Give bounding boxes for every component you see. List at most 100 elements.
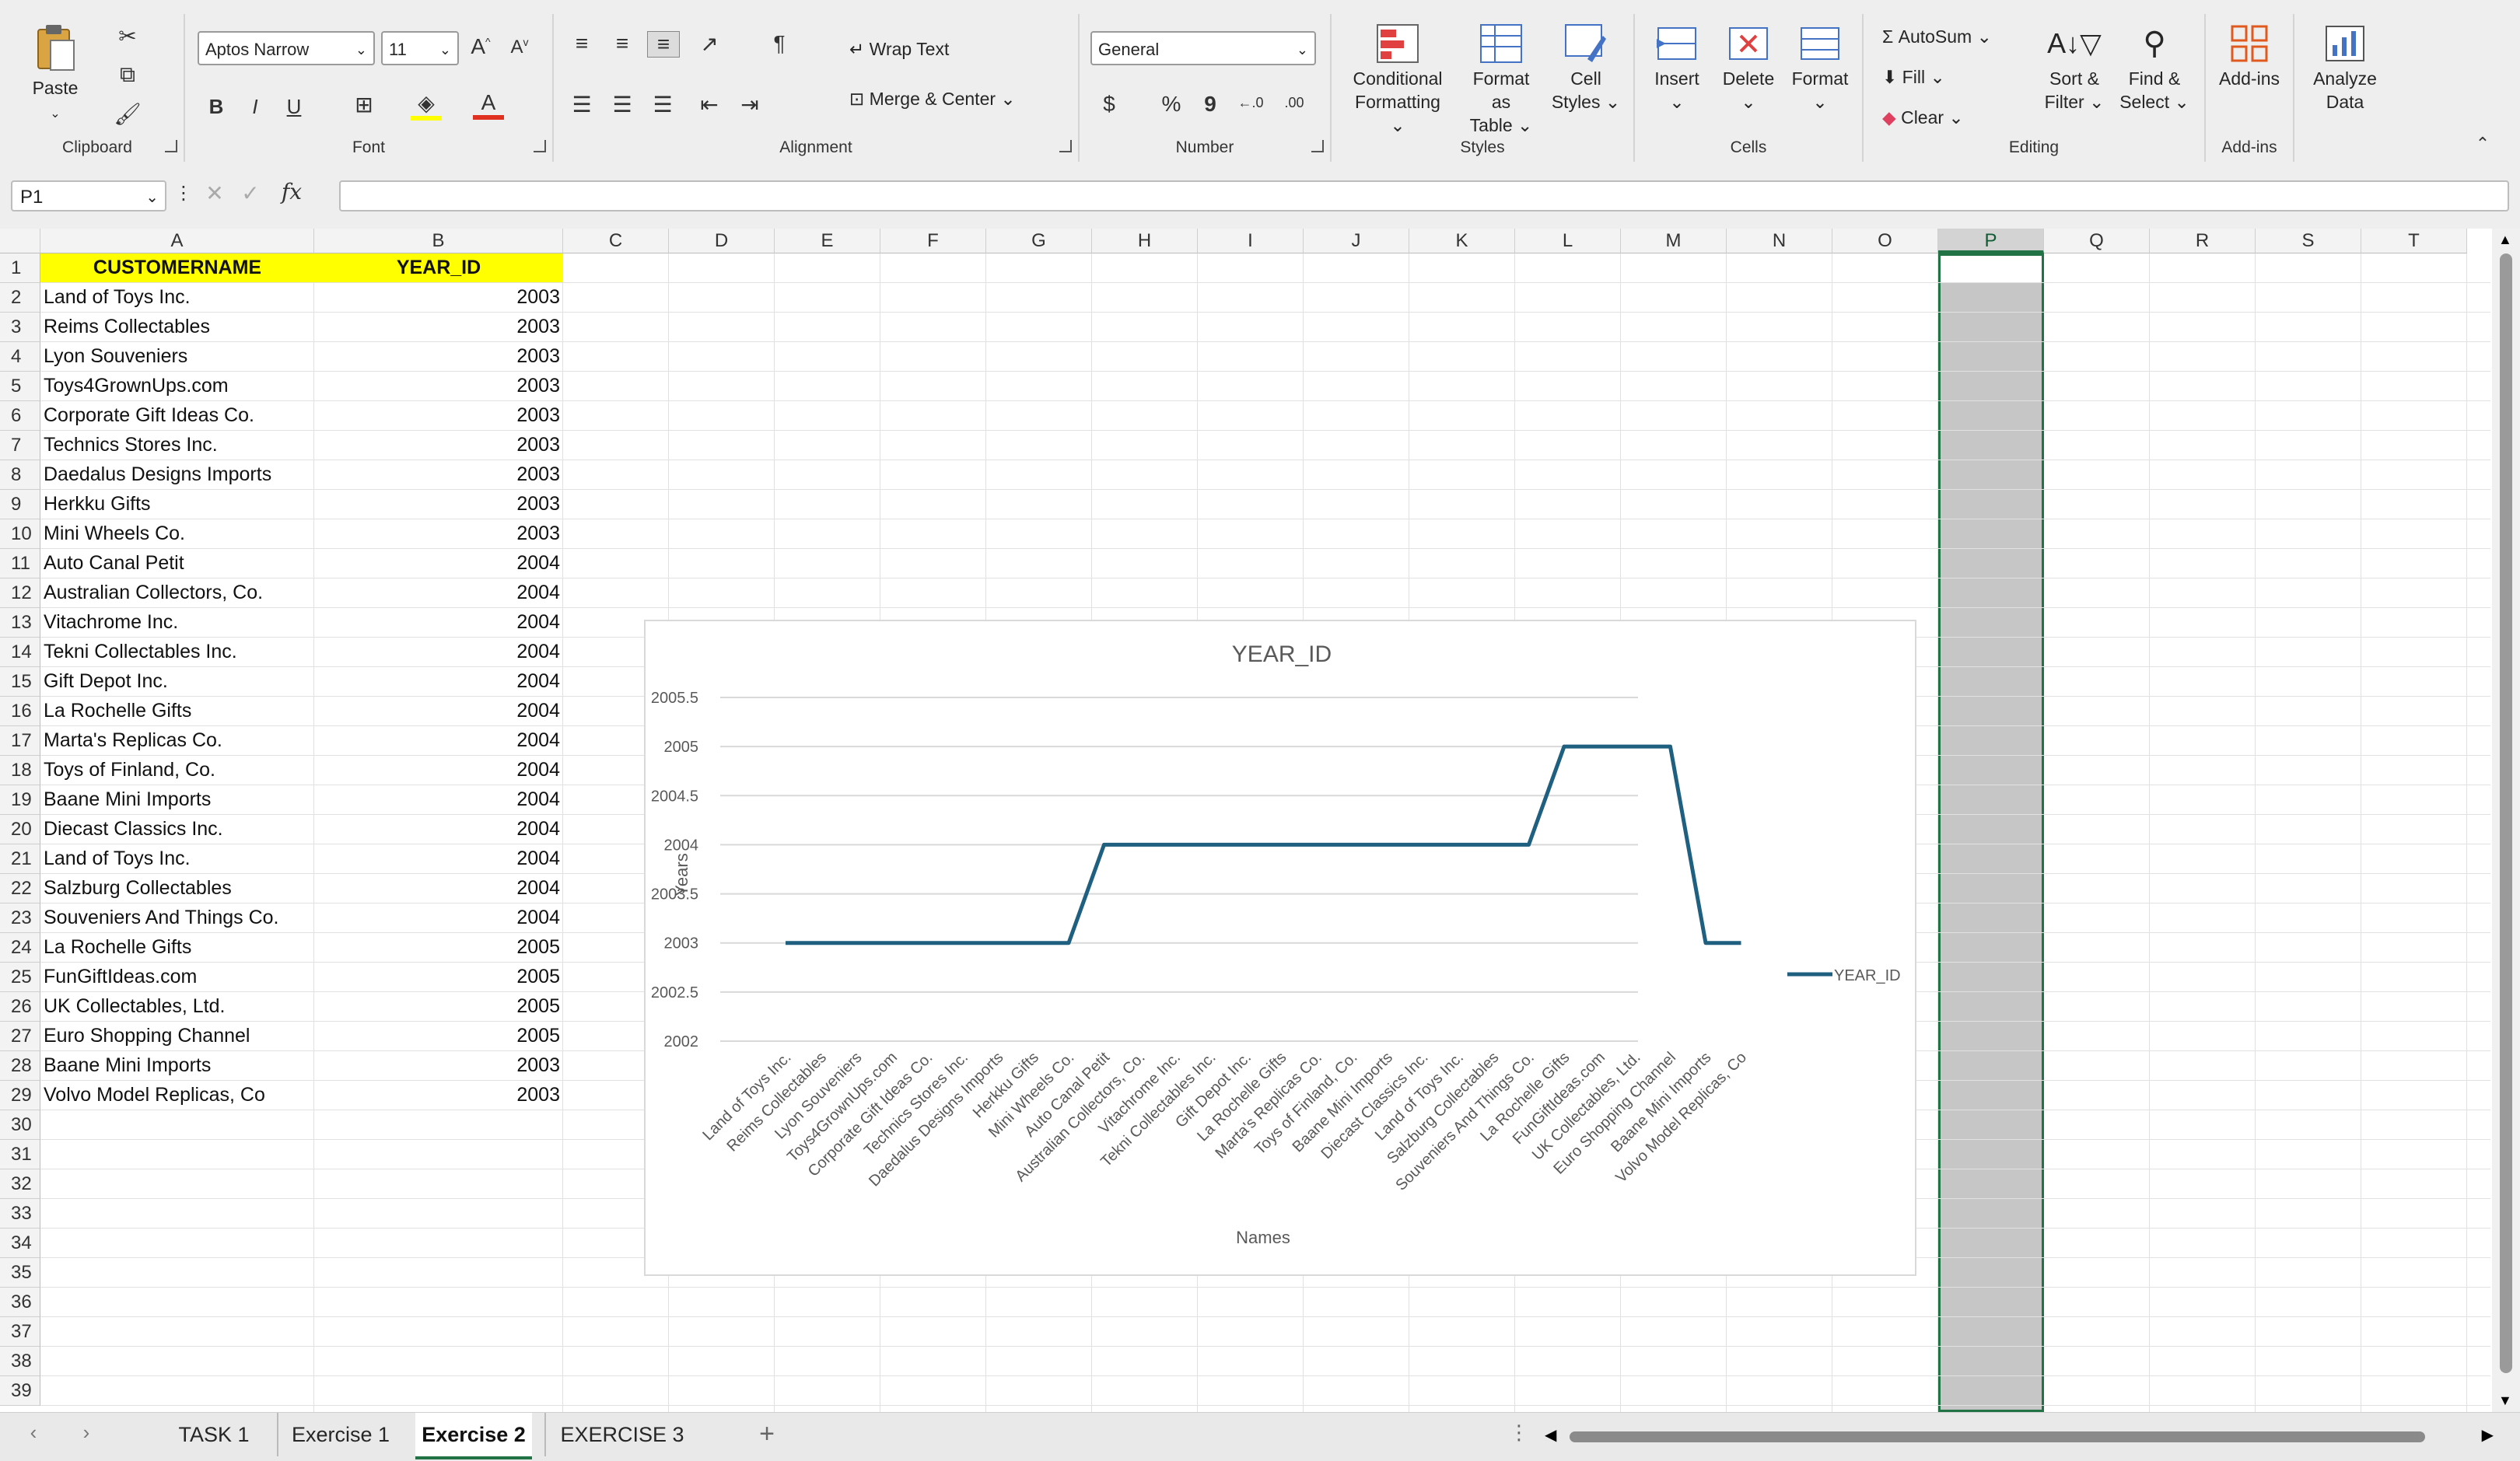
row-header[interactable]: 5 xyxy=(0,372,40,401)
cell-year-id[interactable]: 2004 xyxy=(317,785,560,815)
font-size-combo[interactable]: 11 ⌄ xyxy=(381,31,459,65)
format-painter-icon[interactable]: 🖌 xyxy=(112,101,143,127)
delete-button[interactable]: Delete ⌄ xyxy=(1716,23,1781,114)
line-chart[interactable]: YEAR_ID Years Names 2002 2002.5 2003 2003.5… xyxy=(644,620,1916,1276)
align-center-icon[interactable]: ☰ xyxy=(607,92,638,117)
dialog-launcher-icon[interactable] xyxy=(534,140,546,152)
column-header-o[interactable]: O xyxy=(1832,229,1938,253)
cell-year-id[interactable]: 2003 xyxy=(317,401,560,431)
column-header-q[interactable]: Q xyxy=(2044,229,2150,253)
row-header[interactable]: 27 xyxy=(0,1022,40,1051)
cell-year-id[interactable]: 2004 xyxy=(317,756,560,785)
cell-customer-name[interactable]: Diecast Classics Inc. xyxy=(44,815,311,844)
scroll-thumb[interactable] xyxy=(2500,253,2512,1373)
cell-customer-name[interactable]: Marta's Replicas Co. xyxy=(44,726,311,756)
cell-year-id[interactable]: 2004 xyxy=(317,697,560,726)
percent-button[interactable]: % xyxy=(1157,92,1185,117)
cell-customer-name[interactable]: La Rochelle Gifts xyxy=(44,697,311,726)
italic-button[interactable]: I xyxy=(240,95,271,119)
cell-year-id[interactable]: 2004 xyxy=(317,578,560,608)
align-bottom-icon[interactable]: ≡ xyxy=(647,31,680,58)
sort-filter-button[interactable]: A↓▽ Sort & Filter ⌄ xyxy=(2039,23,2109,114)
sheet-tab-exercise-2[interactable]: Exercise 2 xyxy=(415,1413,532,1459)
row-header[interactable]: 32 xyxy=(0,1169,40,1199)
active-cell-border[interactable] xyxy=(1938,253,2044,1412)
cell-year-id[interactable]: 2004 xyxy=(317,904,560,933)
tab-scroll-left-icon[interactable]: ‹ xyxy=(22,1421,45,1445)
autosum-button[interactable]: Σ AutoSum ⌄ xyxy=(1882,25,1992,48)
row-header[interactable]: 29 xyxy=(0,1081,40,1110)
format-button[interactable]: Format ⌄ xyxy=(1787,23,1853,114)
cell-customer-name[interactable]: FunGiftIdeas.com xyxy=(44,963,311,992)
collapse-ribbon-icon[interactable]: ⌃ xyxy=(2467,134,2498,154)
column-header-h[interactable]: H xyxy=(1092,229,1198,253)
column-header-b[interactable]: B xyxy=(314,229,563,253)
row-header[interactable]: 19 xyxy=(0,785,40,815)
column-header-g[interactable]: G xyxy=(986,229,1092,253)
column-header-c[interactable]: C xyxy=(563,229,669,253)
number-format-combo[interactable]: General ⌄ xyxy=(1090,31,1316,65)
row-header[interactable]: 31 xyxy=(0,1140,40,1169)
cell-year-id[interactable]: 2004 xyxy=(317,844,560,874)
decrease-indent-icon[interactable]: ⇤ xyxy=(694,92,725,117)
decrease-font-icon[interactable]: Av xyxy=(504,36,535,58)
clear-button[interactable]: ◆ Clear ⌄ xyxy=(1882,106,1964,129)
cancel-icon[interactable]: ✕ xyxy=(199,180,230,206)
chevron-down-icon[interactable]: ⌄ xyxy=(50,107,60,121)
horizontal-scrollbar[interactable]: ◀ ▶ xyxy=(1545,1427,2494,1445)
header-cell-customername[interactable]: CUSTOMERNAME xyxy=(44,253,311,283)
row-header[interactable]: 22 xyxy=(0,874,40,904)
dialog-launcher-icon[interactable] xyxy=(165,140,177,152)
column-header-e[interactable]: E xyxy=(775,229,880,253)
row-header[interactable]: 25 xyxy=(0,963,40,992)
row-header[interactable]: 4 xyxy=(0,342,40,372)
cell-customer-name[interactable]: Mini Wheels Co. xyxy=(44,519,311,549)
cell-year-id[interactable]: 2005 xyxy=(317,963,560,992)
row-header[interactable]: 9 xyxy=(0,490,40,519)
row-header[interactable]: 1 xyxy=(0,253,40,283)
insert-function-button[interactable]: fx xyxy=(272,179,311,204)
cell-year-id[interactable]: 2004 xyxy=(317,638,560,667)
cell-styles-button[interactable]: Cell Styles ⌄ xyxy=(1551,23,1621,114)
row-header[interactable]: 15 xyxy=(0,667,40,697)
text-direction-icon[interactable]: ¶ xyxy=(764,31,795,56)
cell-customer-name[interactable]: Gift Depot Inc. xyxy=(44,667,311,697)
cell-year-id[interactable]: 2004 xyxy=(317,549,560,578)
cell-customer-name[interactable]: Land of Toys Inc. xyxy=(44,844,311,874)
bold-button[interactable]: B xyxy=(201,95,232,119)
cell-customer-name[interactable]: Vitachrome Inc. xyxy=(44,608,311,638)
column-header-r[interactable]: R xyxy=(2150,229,2256,253)
row-header[interactable]: 38 xyxy=(0,1347,40,1376)
sheet-tab-task-1[interactable]: TASK 1 xyxy=(156,1413,272,1456)
font-name-combo[interactable]: Aptos Narrow ⌄ xyxy=(198,31,375,65)
currency-button[interactable]: $ xyxy=(1095,92,1123,117)
cell-year-id[interactable]: 2003 xyxy=(317,1051,560,1081)
cell-year-id[interactable]: 2003 xyxy=(317,519,560,549)
decrease-decimal-icon[interactable]: .00 xyxy=(1279,95,1310,111)
cell-year-id[interactable]: 2003 xyxy=(317,431,560,460)
row-header[interactable]: 26 xyxy=(0,992,40,1022)
column-header-d[interactable]: D xyxy=(669,229,775,253)
column-header-s[interactable]: S xyxy=(2256,229,2361,253)
cell-year-id[interactable]: 2005 xyxy=(317,1022,560,1051)
increase-font-icon[interactable]: A^ xyxy=(465,34,496,59)
cell-customer-name[interactable]: Lyon Souveniers xyxy=(44,342,311,372)
insert-button[interactable]: Insert ⌄ xyxy=(1644,23,1710,114)
cell-year-id[interactable]: 2004 xyxy=(317,667,560,697)
column-header-t[interactable]: T xyxy=(2361,229,2467,253)
row-header[interactable]: 20 xyxy=(0,815,40,844)
cell-customer-name[interactable]: Euro Shopping Channel xyxy=(44,1022,311,1051)
cell-year-id[interactable]: 2003 xyxy=(317,490,560,519)
dialog-launcher-icon[interactable] xyxy=(1059,140,1072,152)
column-header-l[interactable]: L xyxy=(1515,229,1621,253)
column-header-n[interactable]: N xyxy=(1727,229,1832,253)
cell-customer-name[interactable]: Corporate Gift Ideas Co. xyxy=(44,401,311,431)
wrap-text-button[interactable]: ↵ Wrap Text xyxy=(849,37,949,61)
scroll-left-icon[interactable]: ◀ xyxy=(1545,1425,1556,1445)
row-header[interactable]: 23 xyxy=(0,904,40,933)
cell-customer-name[interactable]: Toys of Finland, Co. xyxy=(44,756,311,785)
enter-icon[interactable]: ✓ xyxy=(235,180,266,206)
row-header[interactable]: 33 xyxy=(0,1199,40,1229)
row-header[interactable]: 18 xyxy=(0,756,40,785)
row-header[interactable]: 24 xyxy=(0,933,40,963)
